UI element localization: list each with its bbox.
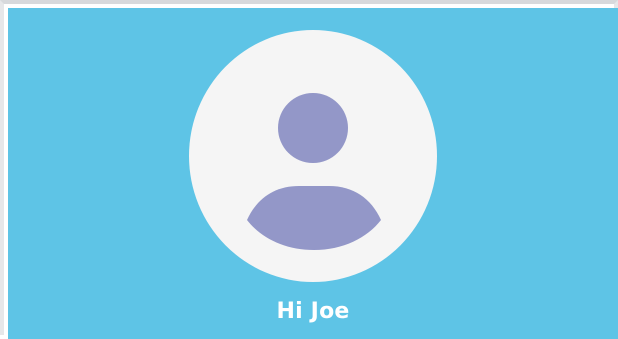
- avatar-body-shape: [247, 186, 381, 250]
- greeting-text: Hi Joe: [276, 299, 350, 324]
- user-avatar-icon: [247, 186, 381, 250]
- profile-panel: Hi Joe: [8, 8, 618, 339]
- user-avatar-icon-head: [278, 93, 348, 163]
- avatar[interactable]: [189, 30, 437, 282]
- window-frame: Hi Joe: [0, 0, 618, 339]
